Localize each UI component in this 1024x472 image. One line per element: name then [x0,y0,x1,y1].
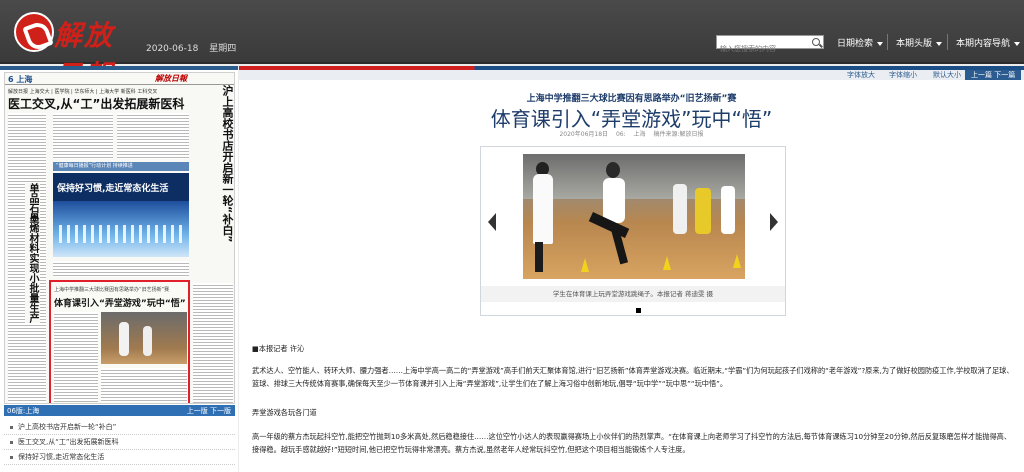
newspaper-page-number: 6 上海 [8,75,33,84]
photo-cone [581,258,589,272]
article-list-item[interactable]: 医工交叉,从“工”出发拓展新医科 [4,435,235,450]
article-date: 2020年06月18日 [559,131,609,138]
photo-person [603,178,625,223]
article-section: 06: [615,131,626,138]
text-column [53,261,189,277]
photo-cone [733,254,741,268]
newspaper-vertical-headline[interactable]: 沪上高校书店开启新一轮“补白” [219,85,234,242]
highlight-photo [101,312,187,364]
article-list: 沪上高校书店开启新一轮“补白” 医工交叉,从“工”出发拓展新医科 保持好习惯,走… [4,420,235,465]
article-source: 稿件来源:解放日报 [653,131,704,138]
next-photo-arrow-icon[interactable] [770,213,778,231]
photo-person [695,188,711,234]
previous-photo-arrow-icon[interactable] [488,213,496,231]
article-byline: ■本报记者 许沁 [252,344,305,353]
text-column [193,283,233,403]
search-icon[interactable] [812,38,820,46]
newspaper-logo[interactable]: 解放日報 [14,8,124,92]
feature-caption: 保持好习惯,走近常态化生活 [57,184,169,194]
article-list-item[interactable]: 保持好习惯,走近常态化生活 [4,450,235,465]
newspaper-subline: 解放日报 上海交大 | 医学院 | 华东师大 | 上海大学 新医科 工科交叉 [8,89,158,95]
photo-person [535,242,543,272]
chevron-down-icon [936,41,943,46]
article-panel: 字体放大 字体缩小 默认大小 上一篇 下一篇 上海中学推翻三大球比赛因有思路举办… [239,66,1024,472]
photo-person [533,174,553,244]
photo-background [523,154,745,199]
logo-emblem-icon [14,12,54,52]
photo-caption: 学生在体育课上玩弄堂游戏跳绳子。本报记者 蒋迪雯 摄 [481,286,785,302]
newspaper-page-image[interactable]: 6 上海 解放日報 解放日报 上海交大 | 医学院 | 华东师大 | 上海大学 … [4,72,235,404]
photo-cone [663,256,671,270]
text-column [101,368,187,402]
nav-divider [887,34,888,50]
newspaper-masthead: 解放日報 [155,74,187,83]
article-location: 上海 [633,131,646,138]
font-increase-button[interactable]: 字体放大 [847,70,875,80]
newspaper-feature-block[interactable]: 保持好习惯,走近常态化生活 [53,173,189,257]
page-nav-bar: 06版:上海 上一版 下一版 [4,405,235,416]
newspaper-vertical-headline[interactable]: 单品石墨烯材料实现小批量生产 [25,183,40,323]
nav-contents-label: 本期内容导航 [956,39,1011,49]
chevron-down-icon [877,41,884,46]
text-column [117,113,189,159]
search-input[interactable] [717,43,809,55]
prev-next-article-button[interactable]: 上一篇 下一篇 [965,70,1022,80]
newspaper-page-header: 6 上海 解放日報 [5,73,234,85]
photo-person [673,184,687,234]
text-column [53,113,113,159]
nav-divider [947,34,948,50]
font-default-button[interactable]: 默认大小 [933,70,961,80]
page-label: 06版:上海 [7,407,40,415]
gallery-page-indicator[interactable] [636,308,641,313]
panel-accent [0,66,238,70]
highlight-headline: 体育课引入“弄堂游戏”玩中“悟” [54,299,186,309]
page-thumbnail-panel: 6 上海 解放日報 解放日报 上海交大 | 医学院 | 华东师大 | 上海大学 … [0,66,238,472]
nav-front-page-label: 本期头版 [896,39,933,49]
selected-article-highlight[interactable]: 上海中学推翻三大球比赛因有思路举办“旧艺扬新”赛 体育课引入“弄堂游戏”玩中“悟… [49,280,190,403]
article-subheading: 弄堂游戏各玩各门道 [252,408,317,417]
current-date: 2020-06-18 [146,44,199,54]
feature-photo-dancers [59,225,183,243]
current-weekday: 星期四 [209,44,237,54]
article-paragraph: 武术达人、空竹能人、转环大师、腰力强者……上海中学高一高二的“弄堂游戏”高手们前… [252,366,1014,388]
newspaper-headline[interactable]: 医工交叉,从“工”出发拓展新医科 [8,95,184,112]
date-display: 2020-06-18 星期四 [146,41,244,54]
chevron-down-icon [1014,41,1021,46]
font-decrease-button[interactable]: 字体缩小 [889,70,917,80]
article-headline: 体育课引入“弄堂游戏”玩中“悟” [490,107,773,131]
top-header: 解放日報 2020-06-18 星期四 日期检索 本期头版 本期内容导航 [0,0,1024,92]
nav-contents[interactable]: 本期内容导航 [956,36,1021,49]
nav-date-search[interactable]: 日期检索 [837,36,884,49]
highlight-subline: 上海中学推翻三大球比赛因有思路举办“旧艺扬新”赛 [54,287,170,293]
article-list-item[interactable]: 沪上高校书店开启新一轮“补白” [4,420,235,435]
page-prev-next[interactable]: 上一版 下一版 [187,406,231,416]
nav-date-search-label: 日期检索 [837,39,874,49]
nav-front-page[interactable]: 本期头版 [896,36,943,49]
newspaper-banner: “健康每日播报”行动计划 持续推进 [53,162,189,171]
article-paragraph: 高一年级的蔡方杰玩起抖空竹,能把空竹抛到10多米高处,然后稳稳接住……这位空竹小… [252,432,1012,454]
search-box[interactable] [716,35,824,55]
photo-gallery: 学生在体育课上玩弄堂游戏跳绳子。本报记者 蒋迪雯 摄 [480,146,786,316]
text-column [54,312,98,402]
photo-person [606,162,620,178]
photo-person [721,186,735,234]
article-meta: 2020年06月18日 06: 上海 稿件来源:解放日报 [239,129,1024,138]
article-photo[interactable] [523,154,745,279]
